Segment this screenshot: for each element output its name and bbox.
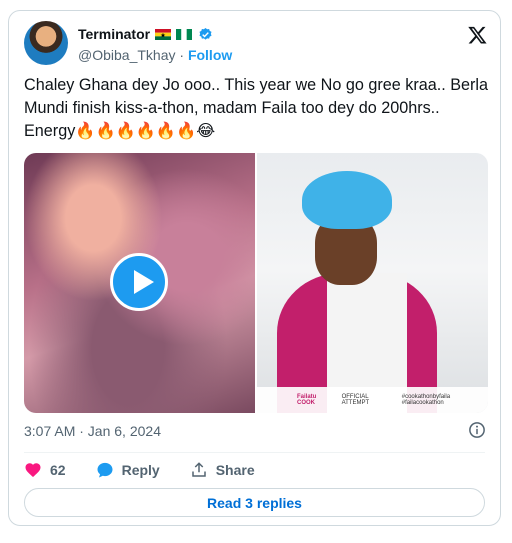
- reply-button[interactable]: Reply: [96, 461, 190, 479]
- photo-caption-strip: Failatu COOK OFFICIAL ATTEMPT #cookathon…: [257, 387, 488, 413]
- video-thumbnail[interactable]: [24, 153, 255, 413]
- verified-badge-icon: [199, 27, 212, 40]
- info-icon[interactable]: [468, 421, 486, 439]
- like-button[interactable]: 62: [24, 461, 96, 479]
- follow-button[interactable]: Follow: [188, 47, 232, 63]
- author-display-name[interactable]: Terminator: [78, 26, 150, 42]
- reply-bubble-icon: [97, 462, 113, 478]
- media-grid: Failatu COOK OFFICIAL ATTEMPT #cookathon…: [24, 153, 488, 413]
- heart-icon: [25, 463, 41, 478]
- avatar[interactable]: [24, 21, 68, 65]
- play-button-icon[interactable]: [110, 253, 168, 311]
- handle-row: @Obiba_Tkhay · Follow: [78, 47, 232, 63]
- share-icon: [191, 462, 206, 477]
- separator-dot: ·: [179, 47, 185, 63]
- nigeria-flag-icon: [175, 29, 192, 40]
- share-label: Share: [215, 462, 255, 478]
- action-bar: 62 Reply Share: [24, 459, 255, 481]
- hair-net: [302, 171, 392, 229]
- like-count: 62: [50, 462, 66, 478]
- caption-official: OFFICIAL ATTEMPT: [341, 394, 370, 406]
- author-name-row[interactable]: Terminator: [78, 26, 213, 42]
- read-replies-button[interactable]: Read 3 replies: [24, 488, 485, 517]
- tweet-timestamp[interactable]: 3:07 AM · Jan 6, 2024: [24, 423, 161, 439]
- x-logo-icon[interactable]: [467, 25, 488, 45]
- reply-label: Reply: [121, 462, 160, 478]
- caption-name: Failatu COOK: [297, 394, 317, 406]
- ghana-flag-icon: [154, 29, 171, 40]
- photo-thumbnail[interactable]: Failatu COOK OFFICIAL ATTEMPT #cookathon…: [257, 153, 488, 413]
- divider: [24, 452, 485, 453]
- tweet-text: Chaley Ghana dey Jo ooo.. This year we N…: [24, 76, 488, 140]
- author-handle[interactable]: @Obiba_Tkhay: [78, 47, 175, 63]
- share-button[interactable]: Share: [190, 461, 255, 479]
- caption-hashtags: #cookathonbyfaila #failacookathon: [401, 394, 451, 406]
- tweet-card: Terminator @Obiba_Tkhay · Follow Chaley …: [8, 10, 501, 526]
